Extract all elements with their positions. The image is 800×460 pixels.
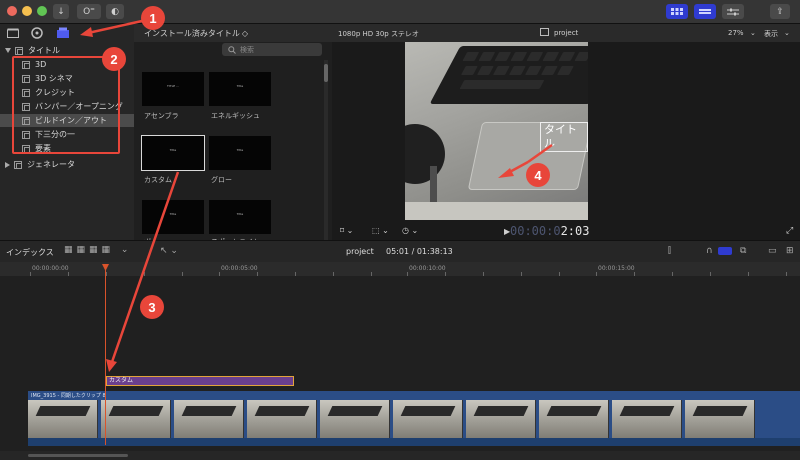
- thumbnail-label: グロー: [211, 176, 232, 184]
- filmstrip-frame: [685, 400, 755, 438]
- filmstrip-frame: [393, 400, 463, 438]
- viewer-project-name: project: [554, 29, 579, 37]
- photos-audio-icon[interactable]: [30, 27, 44, 39]
- search-placeholder: 検索: [240, 45, 254, 54]
- share-button[interactable]: ⇪: [770, 4, 790, 19]
- title-thumbnail-energetic[interactable]: Title: [209, 72, 271, 106]
- libraries-icon[interactable]: [6, 27, 20, 39]
- timeline-header: インデックス ▦▦▦▦ ⌄ ↖ ⌄ project 05:01 / 01:38:…: [0, 240, 800, 262]
- annotation-badge-1: 1: [141, 6, 165, 30]
- browser-scrollbar[interactable]: [324, 60, 328, 240]
- browser-header[interactable]: インストール済みタイトル ◇: [134, 24, 332, 42]
- thumbnail-label: カスタム: [144, 176, 172, 184]
- title-thumbnail-custom[interactable]: Title: [141, 135, 205, 171]
- sidebar-generators[interactable]: ジェネレータ: [0, 158, 134, 171]
- viewer: タイトル: [332, 42, 800, 240]
- filmstrip-frame: [612, 400, 682, 438]
- filmstrip-frame: [320, 400, 390, 438]
- disclosure-right-icon[interactable]: [5, 161, 10, 168]
- thumbnail-label: エネルギッシュ: [211, 112, 260, 120]
- zoom-window-button[interactable]: [37, 6, 47, 16]
- thumbnail-label: アセンブラ: [144, 112, 179, 120]
- title-browser: TITLE ... アセンブラ Title エネルギッシュ Title カスタム…: [134, 42, 332, 246]
- title-overlay[interactable]: タイトル: [540, 122, 588, 152]
- timecode-display: 00:00:02:03: [510, 224, 590, 238]
- video-clip-label: IMG_3915 - 同期したクリップ 8: [31, 393, 106, 399]
- playhead[interactable]: [105, 265, 106, 445]
- ruler-tick: 00:00:05:00: [221, 265, 258, 272]
- search-input[interactable]: 検索: [222, 43, 322, 56]
- workspace-timeline-button[interactable]: [694, 4, 716, 19]
- sliders-icon: [727, 8, 739, 15]
- title-thumbnail-5[interactable]: Title: [142, 200, 204, 234]
- scrollbar-knob[interactable]: [28, 454, 128, 457]
- speed-menu-icon[interactable]: ◷ ⌄: [402, 226, 418, 235]
- scrollbar-knob[interactable]: [324, 64, 328, 82]
- timeline-scrollbar[interactable]: [0, 451, 800, 460]
- timeline-project-name: project: [346, 247, 374, 256]
- browser-title: インストール済みタイトル: [144, 28, 240, 38]
- ruler-tick: 00:00:10:00: [409, 265, 446, 272]
- fullscreen-icon[interactable]: ⤢: [786, 226, 793, 236]
- disclosure-down-icon[interactable]: [5, 48, 11, 53]
- timeline-index-icon[interactable]: ⊞: [786, 246, 794, 256]
- index-button[interactable]: インデックス: [6, 247, 54, 258]
- import-button[interactable]: ↓: [53, 4, 69, 19]
- transform-menu-icon[interactable]: ⬚ ⌄: [372, 226, 389, 235]
- audio-waveform[interactable]: [28, 438, 800, 446]
- view-menu[interactable]: 表示: [764, 29, 778, 39]
- clapper-icon: [540, 28, 549, 36]
- viewer-header: 1080p HD 30p ステレオ project 27% ⌄ 表示 ⌄: [332, 24, 800, 42]
- filmstrip-frame: [539, 400, 609, 438]
- chevron-down-icon[interactable]: ⌄: [750, 29, 756, 37]
- clip-append-icons[interactable]: ▦▦▦▦ ⌄: [64, 245, 132, 255]
- audio-skimming-icon[interactable]: ∩: [706, 246, 713, 256]
- annotation-highlight-box: [12, 56, 120, 154]
- filmstrip-frame: [28, 400, 98, 438]
- filmstrip-frame: [174, 400, 244, 438]
- ruler-tick: 00:00:15:00: [598, 265, 635, 272]
- laptop-edge: [405, 202, 588, 220]
- film-icon: [14, 160, 22, 169]
- skimming-icons[interactable]: ⫿: [668, 246, 671, 256]
- select-tool-icon[interactable]: ↖ ⌄: [160, 246, 178, 256]
- keyword-button[interactable]: O⁼: [77, 4, 101, 19]
- close-window-button[interactable]: [7, 6, 17, 16]
- snapping-icon[interactable]: ⧉: [740, 246, 746, 256]
- title-thumbnail-spotlight[interactable]: Title: [209, 200, 271, 234]
- timeline-duration: 05:01 / 01:38:13: [386, 247, 453, 256]
- titles-generators-icon[interactable]: [56, 27, 70, 39]
- workspace-inspector-button[interactable]: [722, 4, 744, 19]
- solo-icon[interactable]: [718, 247, 732, 255]
- annotation-badge-2: 2: [102, 47, 126, 71]
- viewer-controls: ⌑ ⌄ ⬚ ⌄ ◷ ⌄ ▶ 00:00:02:03 ⤢: [332, 222, 800, 240]
- title-thumbnail-assembler[interactable]: TITLE ...: [142, 72, 204, 106]
- ruler-tick: 00:00:00:00: [32, 265, 69, 272]
- annotation-badge-4: 4: [526, 163, 550, 187]
- filmstrip-frame: [466, 400, 536, 438]
- format-label: 1080p HD 30p ステレオ: [338, 30, 419, 38]
- film-icon: [15, 46, 23, 55]
- minimize-window-button[interactable]: [22, 6, 32, 16]
- annotation-badge-3: 3: [140, 295, 164, 319]
- timeline-icon: [699, 9, 711, 14]
- workspace-browser-button[interactable]: [666, 4, 688, 19]
- timeline-ruler[interactable]: 00:00:00:00 00:00:05:00 00:00:10:00 00:0…: [0, 262, 800, 276]
- filmstrip-frame: [247, 400, 317, 438]
- video-frame[interactable]: タイトル: [405, 42, 588, 220]
- color-correction-button[interactable]: ◐: [106, 4, 124, 19]
- search-icon: [228, 45, 236, 54]
- title-bar: ↓ O⁼ ◐ ⇪: [0, 0, 800, 24]
- library-toolbar: [0, 24, 134, 42]
- zoom-menu[interactable]: 27%: [728, 29, 744, 37]
- title-thumbnail-glow[interactable]: Title: [209, 136, 271, 170]
- filmstrip-frame: [101, 400, 171, 438]
- title-clip[interactable]: カスタム: [106, 376, 294, 386]
- chevron-updown-icon: ◇: [241, 28, 248, 38]
- chevron-down-icon[interactable]: ⌄: [784, 29, 790, 37]
- clip-appearance-icon[interactable]: ▭: [768, 246, 777, 256]
- grid-icon: [671, 8, 683, 15]
- crop-menu-icon[interactable]: ⌑ ⌄: [340, 226, 353, 235]
